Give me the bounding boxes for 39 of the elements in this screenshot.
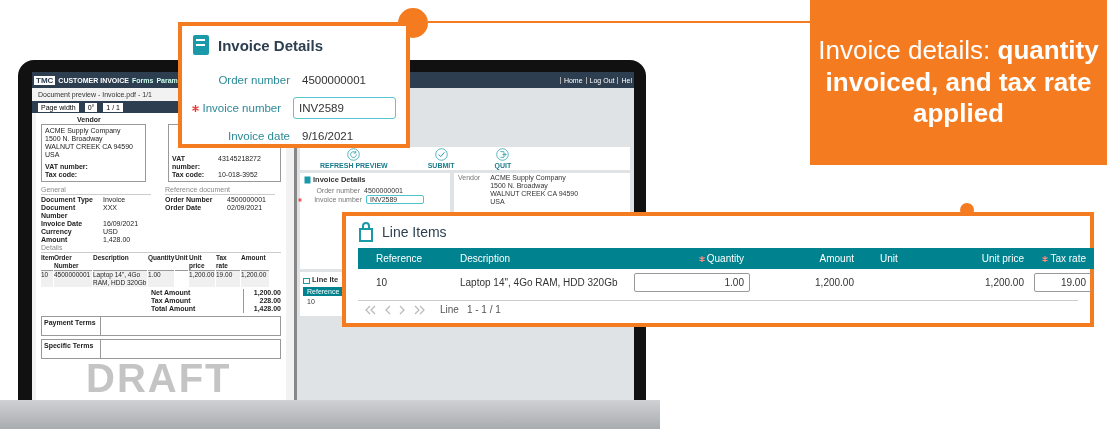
callout-title: Line Items (382, 224, 447, 240)
field-label: Order number (218, 74, 290, 86)
field-label: Invoice date (228, 130, 290, 142)
next-page-icon[interactable] (399, 304, 406, 315)
field-value: 9/16/2021 (302, 130, 354, 142)
field-value: 4500000001 (302, 74, 366, 86)
last-page-icon[interactable] (414, 304, 426, 315)
required-icon (698, 255, 705, 262)
input-field[interactable]: 19.00 (1034, 273, 1092, 292)
table-cell-text: Laptop 14", 4Go RAM, HDD 320Gb (459, 276, 619, 290)
input-field[interactable]: 1.00 (634, 273, 750, 292)
required-icon (192, 104, 200, 112)
banner-text: Invoice details: quantity invoiced, and tax rate applied (817, 34, 1100, 131)
invoice-number-field[interactable]: INV2589 (293, 97, 396, 119)
first-page-icon[interactable] (364, 304, 376, 315)
column-header: Description (460, 253, 511, 264)
field-label: Invoice number (202, 102, 282, 114)
pager-range: 1 - 1 / 1 (466, 304, 501, 315)
column-header: Quantity (706, 253, 744, 264)
required-icon (298, 197, 302, 202)
column-header: Reference (376, 253, 423, 264)
table-cell-text: 10 (375, 276, 389, 290)
column-header: Unit price (981, 253, 1024, 264)
column-header: Amount (819, 253, 854, 264)
column-header: Tax rate (1050, 253, 1086, 264)
draft-watermark: DRAFT (86, 358, 232, 398)
document-icon (304, 175, 311, 184)
check-icon (434, 148, 448, 161)
pager-label: Line (440, 304, 459, 315)
table-cell-text: 1,200.00 (984, 276, 1025, 290)
refresh-icon (347, 148, 361, 161)
required-icon (1042, 255, 1049, 262)
previous-page-icon[interactable] (384, 304, 391, 315)
exit-icon (496, 148, 510, 161)
document-icon (192, 34, 210, 56)
table-cell-text: 1,200.00 (814, 276, 855, 290)
logo: TMC (34, 75, 56, 85)
column-header: Unit (880, 253, 898, 264)
callout-title: Invoice Details (218, 36, 324, 54)
